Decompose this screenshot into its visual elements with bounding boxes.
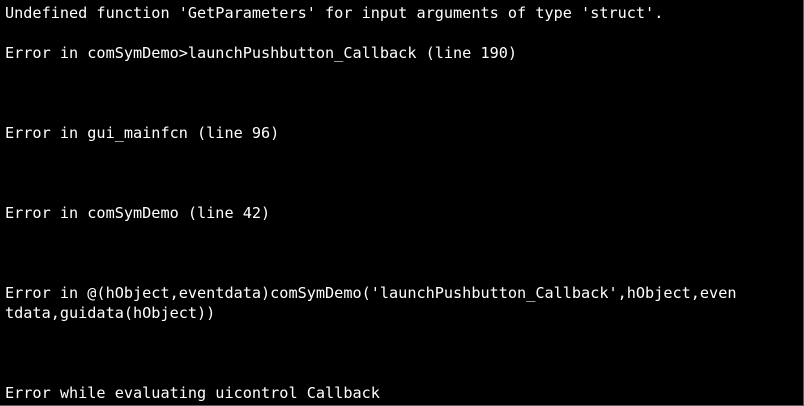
error-stack-line-continuation: tdata,guidata(hObject)) (5, 304, 216, 322)
error-summary-line: Error while evaluating uicontrol Callbac… (5, 384, 380, 402)
error-message-line: Undefined function 'GetParameters' for i… (5, 4, 664, 22)
error-stack-line: Error in comSymDemo>launchPushbutton_Cal… (5, 44, 518, 62)
error-stack-line: Error in @(hObject,eventdata)comSymDemo(… (5, 284, 737, 302)
error-stack-line: Error in comSymDemo (line 42) (5, 204, 271, 222)
error-stack-line: Error in gui_mainfcn (line 96) (5, 124, 280, 142)
command-window-output[interactable]: Undefined function 'GetParameters' for i… (0, 0, 804, 406)
